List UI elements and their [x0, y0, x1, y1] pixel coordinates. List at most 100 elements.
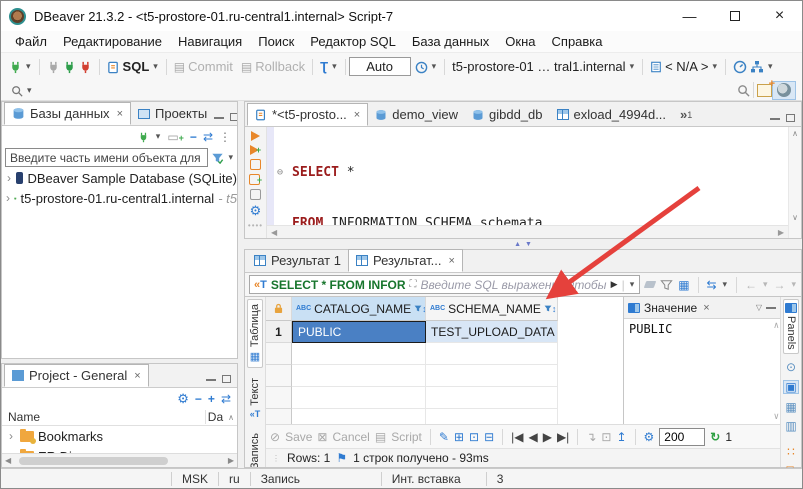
presentation-tab-text[interactable]: Текст «T: [248, 374, 262, 423]
new-connection-dropdown[interactable]: ▾: [25, 61, 32, 72]
scroll-thumb[interactable]: [19, 457, 168, 465]
commit-mode-selector[interactable]: Auto: [349, 57, 411, 76]
editor-settings-gear-icon[interactable]: ⚙: [250, 204, 262, 217]
new-connection-icon[interactable]: [9, 59, 22, 73]
tab-close-icon[interactable]: ×: [354, 109, 360, 121]
value-tab-label[interactable]: Значение: [644, 301, 697, 315]
nav-back-icon[interactable]: ←: [745, 278, 757, 292]
duplicate-row-icon[interactable]: ⊡: [469, 430, 479, 444]
fetch-size-input[interactable]: [659, 428, 705, 446]
search-dropdown[interactable]: ▾: [26, 85, 33, 96]
result-grid[interactable]: ABC CATALOG_NAME ↕ ABC SCHEMA_NAME ↕: [266, 297, 623, 424]
expander-icon[interactable]: ›: [6, 191, 10, 205]
fetch-all-icon[interactable]: ⊡: [601, 430, 611, 444]
expand-all-icon[interactable]: +: [208, 392, 215, 406]
disconnect-icon[interactable]: [79, 59, 92, 73]
cell-catalog-name[interactable]: PUBLIC: [292, 321, 426, 343]
er-diagram-dropdown[interactable]: ▾: [767, 61, 774, 72]
quick-access-search-icon[interactable]: [737, 83, 750, 97]
rollback-button[interactable]: Rollback: [255, 59, 305, 74]
column-filter-sort-icon[interactable]: ↕: [414, 304, 426, 314]
calc-panel-icon[interactable]: ▥: [785, 420, 796, 432]
tab-overflow[interactable]: » 1: [673, 103, 699, 126]
menu-sql-editor[interactable]: Редактор SQL: [302, 34, 404, 49]
scroll-down-icon[interactable]: ∨: [792, 213, 798, 222]
minimize-panel-icon[interactable]: [214, 116, 224, 119]
grouping-panel-icon[interactable]: ∷: [787, 446, 795, 458]
execute-script-icon[interactable]: [250, 159, 261, 170]
nav-new-connection-dropdown[interactable]: ▾: [155, 131, 162, 142]
editor-results-sash[interactable]: ▲ ▼: [244, 239, 802, 249]
expand-filter-icon[interactable]: ⛶: [410, 279, 417, 290]
grid-corner-cell[interactable]: [266, 297, 292, 321]
tab-sql-script[interactable]: *<t5-prosto... ×: [247, 103, 368, 126]
scroll-left-icon[interactable]: ◀: [5, 456, 11, 465]
schema-selector[interactable]: < N/A >: [665, 59, 708, 74]
open-perspective-icon[interactable]: [757, 84, 772, 97]
column-header-catalog-name[interactable]: ABC CATALOG_NAME ↕: [292, 297, 426, 321]
column-header-schema-name[interactable]: ABC SCHEMA_NAME ↕: [426, 297, 558, 321]
panels-tab[interactable]: Panels: [783, 299, 799, 354]
column-filter-sort-icon[interactable]: ↕: [544, 304, 557, 314]
scroll-up-icon[interactable]: ∧: [792, 129, 798, 138]
cancel-button[interactable]: Cancel: [332, 430, 369, 444]
scroll-left-icon[interactable]: ◀: [271, 228, 277, 237]
filter-settings-icon[interactable]: [211, 151, 224, 165]
clear-filter-eraser-icon[interactable]: [644, 281, 656, 288]
view-menu-icon[interactable]: ⋮: [219, 130, 231, 144]
nav-forward-dropdown[interactable]: ▾: [790, 279, 797, 290]
edit-row-icon[interactable]: ✎: [439, 430, 449, 444]
apply-filter-icon[interactable]: ▶: [611, 279, 618, 290]
expander-icon[interactable]: ›: [6, 171, 12, 185]
menu-navigation[interactable]: Навигация: [170, 34, 250, 49]
value-tab-close-icon[interactable]: ×: [703, 302, 709, 314]
value-viewer-toggle-icon[interactable]: ▣: [783, 380, 798, 394]
maximize-editor-icon[interactable]: [786, 114, 795, 122]
refresh-icon[interactable]: ↻: [710, 430, 720, 444]
dashboard-icon[interactable]: [733, 59, 747, 74]
sash-up-icon[interactable]: ▲: [514, 241, 521, 248]
menu-window[interactable]: Окна: [497, 34, 543, 49]
save-button[interactable]: Save: [285, 430, 312, 444]
add-row-icon[interactable]: ⊞: [454, 430, 464, 444]
menu-file[interactable]: Файл: [7, 34, 55, 49]
tab-databases-close-icon[interactable]: ×: [117, 108, 123, 120]
metadata-panel-icon[interactable]: ⊙: [786, 361, 796, 373]
tab-result-1[interactable]: Результат 1: [247, 249, 348, 272]
commit-button[interactable]: Commit: [188, 59, 233, 74]
transaction-log-icon[interactable]: [415, 59, 428, 73]
filter-history-dropdown[interactable]: ▾: [629, 279, 636, 290]
connect-icon[interactable]: [47, 59, 60, 73]
compare-data-icon[interactable]: ⇆: [706, 278, 716, 292]
save-filter-funnel-icon[interactable]: [660, 278, 673, 292]
grid-settings-icon[interactable]: ▦: [678, 278, 689, 292]
column-date[interactable]: Da: [205, 410, 225, 424]
editor-hscrollbar[interactable]: ◀ ▶: [267, 225, 788, 238]
execute-statement-icon[interactable]: [251, 131, 260, 141]
row-number-cell[interactable]: 1: [266, 321, 292, 343]
tree-item-t5-prostore[interactable]: › t5-prostore-01.ru-central1.internal - …: [2, 188, 237, 208]
dbeaver-perspective-button[interactable]: [772, 81, 796, 100]
tab-demo-view[interactable]: demo_view: [368, 103, 465, 126]
tab-exload[interactable]: exload_4994d...: [550, 103, 674, 126]
sash-down-icon[interactable]: ▼: [525, 241, 532, 248]
compare-dropdown[interactable]: ▾: [722, 279, 729, 290]
export-data-icon[interactable]: ↥: [616, 430, 626, 444]
sql-button-label[interactable]: SQL: [123, 59, 150, 74]
er-diagram-icon[interactable]: [750, 59, 764, 74]
aggregate-panel-icon[interactable]: ▦: [785, 401, 796, 413]
result-settings-gear-icon[interactable]: ⚙: [644, 430, 655, 444]
sql-dropdown[interactable]: ▾: [152, 61, 159, 72]
scroll-up-icon[interactable]: ∧: [774, 321, 779, 331]
tab-gibdd-db[interactable]: gibdd_db: [465, 103, 550, 126]
collapse-all-icon[interactable]: −: [195, 392, 202, 406]
delete-row-icon[interactable]: ⊟: [484, 430, 494, 444]
tree-item-er-diagrams[interactable]: › ER Diagrams: [2, 446, 237, 453]
cell-schema-name[interactable]: TEST_UPLOAD_DATA: [426, 321, 558, 343]
search-icon[interactable]: [11, 83, 23, 97]
menu-edit[interactable]: Редактирование: [55, 34, 170, 49]
minimize-editor-icon[interactable]: [770, 117, 780, 120]
maximize-panel-icon[interactable]: [230, 113, 238, 121]
fold-icon[interactable]: ⊖: [277, 164, 283, 181]
results-filter-combo[interactable]: «T SELECT * FROM INFOR ⛶ Введите SQL выр…: [249, 275, 640, 294]
